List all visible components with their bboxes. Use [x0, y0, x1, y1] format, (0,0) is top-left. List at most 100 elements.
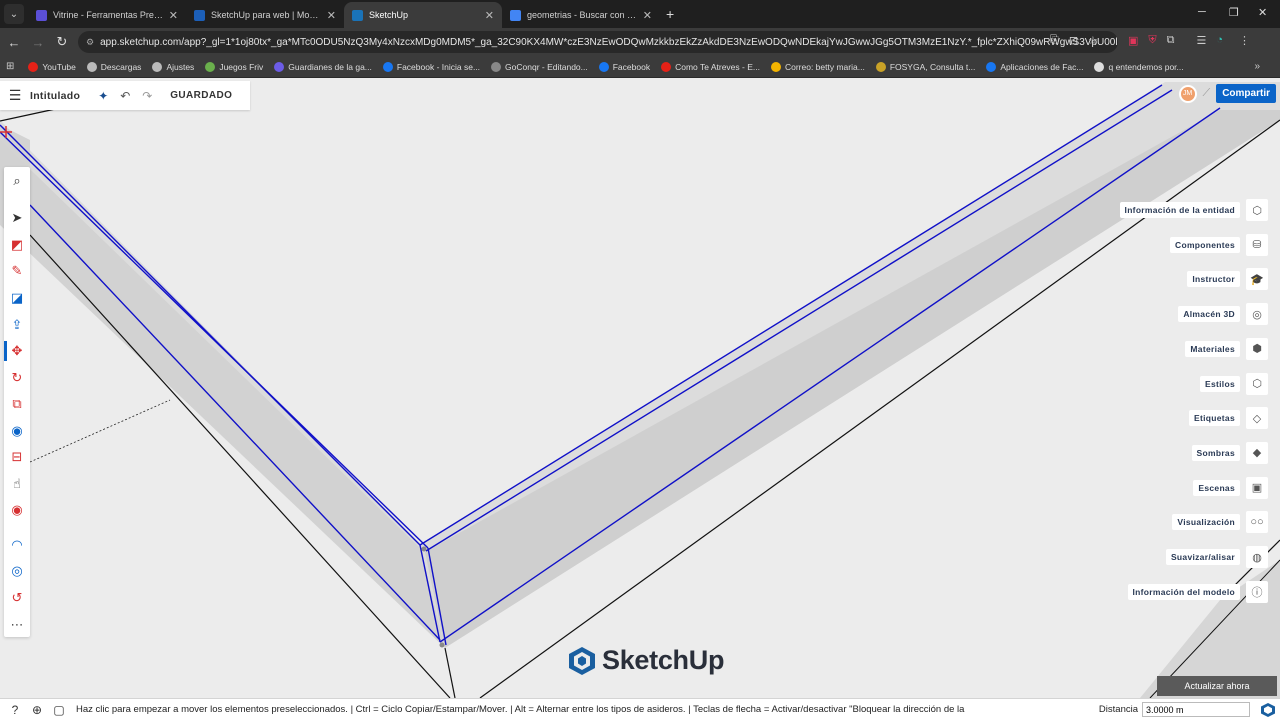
browser-menu-icon[interactable]: ⋮ [1239, 34, 1250, 47]
new-tab-plus-icon[interactable]: + [666, 6, 674, 22]
save-status[interactable]: GUARDADO [170, 90, 232, 101]
bookmark-item[interactable]: Facebook [598, 61, 650, 72]
redo-icon[interactable]: ↷ [136, 89, 158, 103]
tab-search-chevron-icon[interactable]: ⌄ [4, 4, 24, 24]
browser-tab[interactable]: geometrias - Buscar con Google ✕ [502, 2, 660, 28]
push-pull-tool-icon[interactable]: ⇪ [4, 313, 30, 337]
cube-outline-icon[interactable]: ⬡ [1246, 199, 1268, 221]
restore-icon[interactable]: ❐ [1229, 6, 1239, 19]
panel-item-label[interactable]: Información del modelo [1127, 583, 1240, 600]
pencil-tool-icon[interactable]: ✎ [4, 259, 30, 283]
panel-item-label[interactable]: Etiquetas [1189, 410, 1240, 427]
model-viewport[interactable] [0, 78, 1280, 698]
avatar[interactable]: JM [1178, 84, 1197, 103]
panel-item-label[interactable]: Componentes [1170, 236, 1240, 253]
panel-item[interactable]: Almacén 3D ◎ [1178, 303, 1268, 326]
extension-red-icon[interactable]: ▣ [1128, 34, 1138, 47]
sparkle-ai-icon[interactable]: ✦ [92, 89, 114, 103]
bookmark-item[interactable]: Juegos Friv [205, 61, 263, 72]
panel-item[interactable]: Componentes ⛁ [1170, 233, 1268, 256]
vertex-handle[interactable] [439, 642, 445, 648]
share-button[interactable]: Compartir [1216, 84, 1276, 103]
panel-item[interactable]: Materiales ⬢ [1185, 337, 1268, 360]
info-icon[interactable]: ⓘ [1246, 580, 1268, 603]
tape-measure-tool-icon[interactable]: ☝ [4, 472, 30, 496]
scenes-icon[interactable]: ▣ [1246, 476, 1268, 499]
close-tab-icon[interactable]: ✕ [327, 9, 336, 22]
panel-item-label[interactable]: Suavizar/alisar [1165, 549, 1240, 565]
url-bar[interactable]: ⚙ app.sketchup.com/app?_gl=1*1oj80tx*_ga… [78, 31, 1118, 53]
tab-list-icon[interactable]: ☰ [1197, 34, 1207, 47]
circle-tool-icon[interactable]: ◎ [4, 559, 30, 583]
shadows-icon[interactable]: ◆ [1246, 441, 1268, 464]
move-tool-icon[interactable]: ✥ [4, 339, 30, 363]
bookmark-item[interactable]: YouTube [28, 61, 76, 72]
apps-grid-icon[interactable]: ⊞ [6, 61, 14, 72]
bookmark-item[interactable]: Descargas [86, 61, 141, 72]
panel-item[interactable]: Información del modelo ⓘ [1127, 580, 1268, 603]
section-plane-tool-icon[interactable]: ⊟ [4, 445, 30, 469]
bookmark-item[interactable]: Facebook - Inicia se... [382, 61, 480, 72]
undo-icon[interactable]: ↶ [114, 89, 136, 103]
browser-tab[interactable]: Vitrine - Ferramentas Premium ✕ [28, 2, 186, 28]
panel-item[interactable]: Estilos ⬡ [1200, 372, 1268, 395]
globe-icon[interactable]: ⊕ [26, 703, 48, 717]
document-title[interactable]: Intitulado [30, 90, 80, 102]
help-icon[interactable]: ? [4, 703, 26, 717]
panel-item-label[interactable]: Sombras [1191, 444, 1240, 461]
close-tab-icon[interactable]: ✕ [643, 9, 652, 22]
close-tab-icon[interactable]: ✕ [485, 9, 494, 22]
panel-item[interactable]: Sombras ◆ [1191, 441, 1268, 464]
styles-icon[interactable]: ⬡ [1246, 372, 1268, 395]
panel-item-label[interactable]: Instructor [1187, 271, 1240, 288]
instructor-toggle-icon[interactable]: ▢ [48, 703, 70, 717]
hamburger-menu-icon[interactable]: ☰ [0, 87, 30, 104]
back-arrow-icon[interactable]: ← [2, 35, 26, 50]
arc-tool-icon[interactable]: ↺ [4, 586, 30, 610]
panel-item[interactable]: Suavizar/alisar ◍ [1165, 546, 1268, 568]
walk-tool-icon[interactable]: ◉ [4, 498, 30, 522]
bookmark-item[interactable]: Guardianes de la ga... [274, 61, 372, 72]
minimize-icon[interactable]: ─ [1198, 6, 1206, 18]
panel-item-label[interactable]: Estilos [1200, 375, 1240, 392]
browser-tab[interactable]: SketchUp para web | Modelado ✕ [186, 2, 344, 28]
graduation-cap-icon[interactable]: 🎓 [1246, 268, 1268, 291]
bookmark-item[interactable]: GoConqr - Editando... [491, 61, 588, 72]
measure-input[interactable] [1142, 702, 1250, 717]
bookmark-item[interactable]: Correo: betty maria... [770, 61, 865, 72]
bookmark-item[interactable]: Como Te Atreves - E... [661, 61, 760, 72]
browser-tab[interactable]: SketchUp ✕ [344, 2, 502, 28]
close-window-icon[interactable]: ✕ [1258, 6, 1267, 19]
soften-icon[interactable]: ◍ [1246, 546, 1268, 568]
glasses-icon[interactable]: ○○ [1246, 511, 1268, 534]
bookmark-star-icon[interactable]: ☆ [1088, 34, 1098, 47]
panel-item-label[interactable]: Almacén 3D [1178, 306, 1240, 323]
site-info-icon[interactable]: ⚙ [86, 37, 94, 48]
rotate-tool-icon[interactable]: ↻ [4, 366, 30, 390]
extensions-puzzle-icon[interactable]: ⧉ [1167, 34, 1175, 47]
bookmark-item[interactable]: FOSYGA, Consulta t... [875, 61, 975, 72]
more-tools-icon[interactable]: ⋯ [4, 613, 30, 637]
vertex-handle[interactable] [421, 546, 427, 552]
panel-item[interactable]: Instructor 🎓 [1187, 268, 1268, 291]
close-tab-icon[interactable]: ✕ [169, 9, 178, 22]
update-now-button[interactable]: Actualizar ahora [1157, 676, 1277, 696]
materials-icon[interactable]: ⬢ [1246, 337, 1268, 360]
panel-item-label[interactable]: Información de la entidad [1119, 202, 1240, 218]
reload-icon[interactable]: ↻ [50, 34, 74, 50]
eraser-tool-icon[interactable]: ◩ [4, 233, 30, 257]
warehouse-icon[interactable]: ◎ [1246, 303, 1268, 326]
extension-shield-icon[interactable]: ⛨ [1148, 34, 1156, 47]
panel-item-label[interactable]: Visualización [1172, 514, 1240, 531]
rectangle-tool-icon[interactable]: ◪ [4, 286, 30, 310]
panel-item[interactable]: Visualización ○○ [1172, 511, 1268, 534]
install-app-icon[interactable]: ⊡ [1069, 34, 1078, 47]
bookmark-item[interactable]: q entendemos por... [1094, 61, 1184, 72]
profile-icon[interactable]: ◔ [1216, 34, 1223, 47]
panel-item-label[interactable]: Materiales [1185, 340, 1240, 357]
panel-item[interactable]: Escenas ▣ [1193, 476, 1268, 499]
forward-arrow-icon[interactable]: → [26, 35, 50, 50]
bookmark-item[interactable]: Ajustes [152, 61, 194, 72]
more-bookmarks-icon[interactable]: » [1254, 61, 1260, 72]
panel-item[interactable]: Etiquetas ◇ [1189, 407, 1268, 430]
